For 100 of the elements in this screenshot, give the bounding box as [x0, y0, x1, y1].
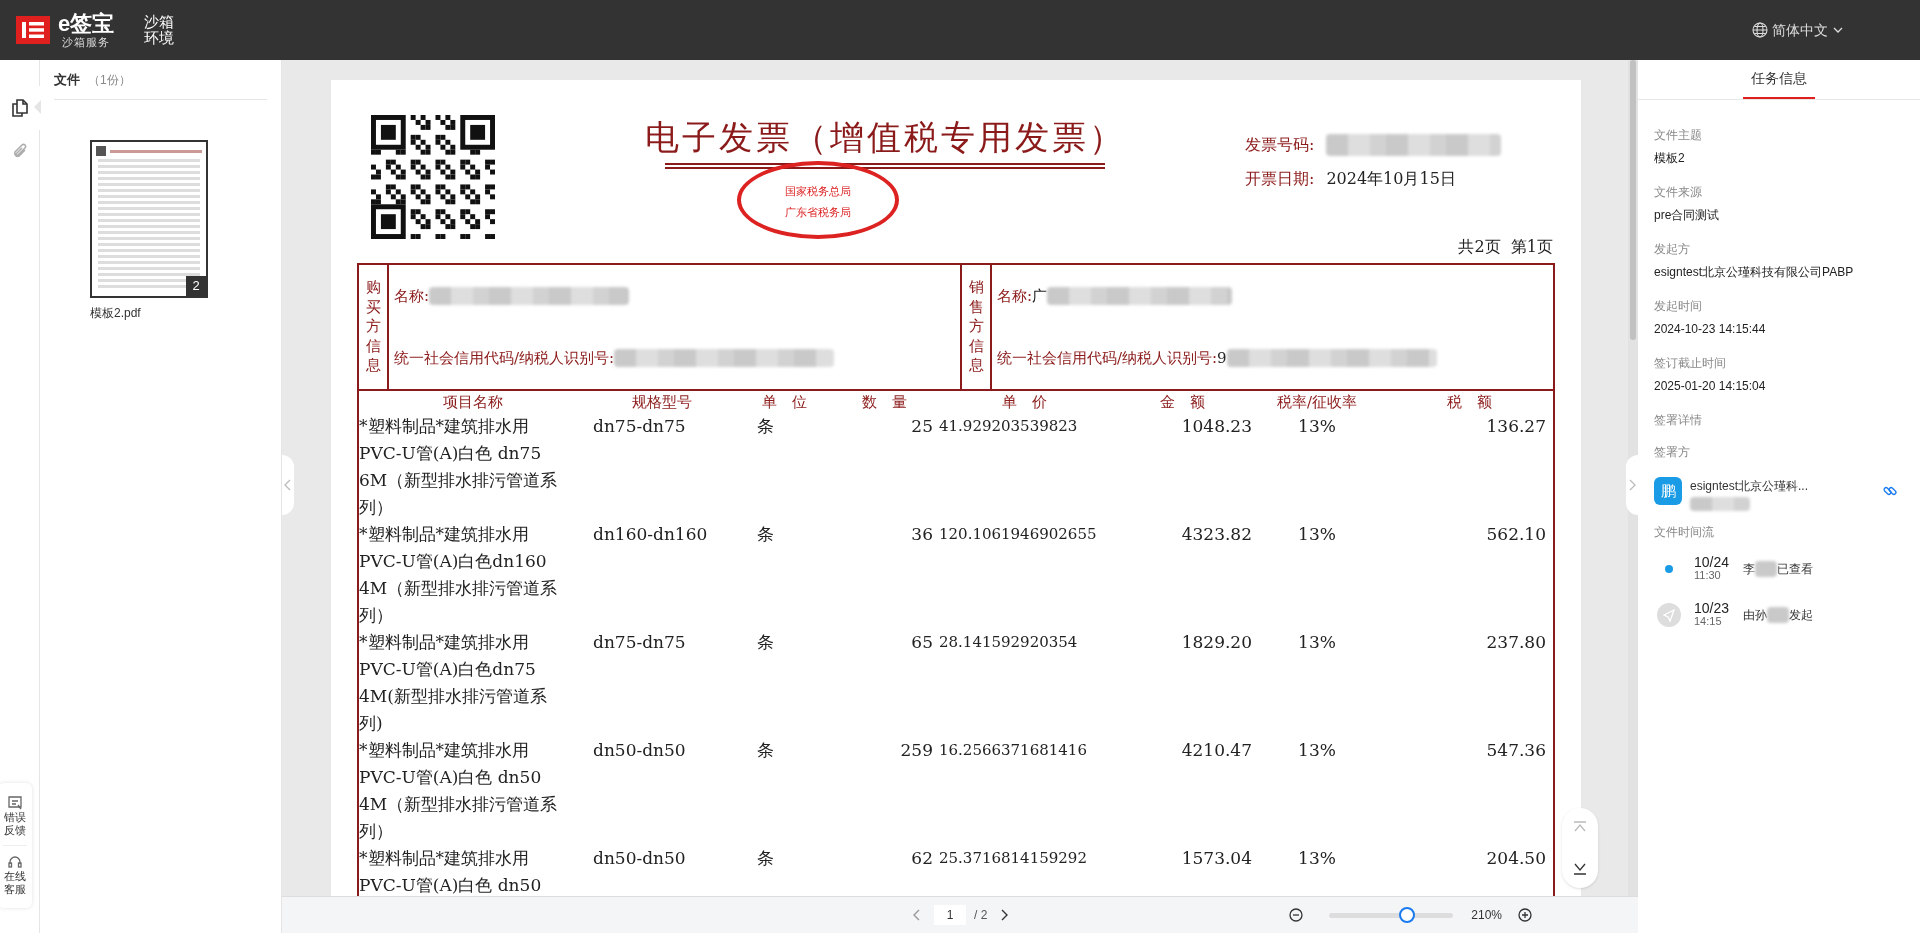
timeline-text: 由孙	[1743, 607, 1768, 624]
timeline-date: 10/23	[1694, 602, 1730, 615]
field-label: 文件主题	[1654, 127, 1703, 144]
party-name-label: 名称:	[394, 285, 430, 307]
item-name-line: 列）	[359, 496, 394, 519]
redacted-text	[1690, 497, 1750, 511]
help-button[interactable]: 在线客服	[2, 845, 28, 900]
table-cell-text: 120.1061946902655	[938, 524, 1098, 545]
table-cell-text: 13%	[1297, 415, 1337, 438]
field-label: 发起时间	[1654, 298, 1703, 315]
redacted-text	[1767, 607, 1790, 623]
signer-name: esigntest北京公瑾科...	[1690, 478, 1809, 495]
table-cell-text: 28.141592920354	[938, 632, 1079, 653]
table-cell-text: 条	[756, 739, 775, 762]
item-name-line: *塑料制品*建筑排水用	[359, 847, 530, 870]
stamp-text: 广东省税务局	[785, 206, 851, 219]
tax-id-label: 统一社会信用代码/纳税人识别号:	[997, 347, 1218, 369]
chevron-left-icon	[284, 479, 292, 491]
globe-icon	[1752, 22, 1768, 38]
timeline-time: 14:15	[1694, 615, 1723, 628]
field-value: 2024-10-23 14:15:44	[1654, 321, 1767, 338]
table-cell-text: 1829.20	[1180, 631, 1252, 654]
stamp-text: 国家税务总局	[785, 185, 851, 198]
item-name-line: 4M（新型排水排污管道系	[359, 793, 559, 816]
column-header: 金 额	[1158, 391, 1206, 413]
logo-mark-icon	[16, 16, 50, 44]
invoice-number-label: 发票号码:	[1245, 134, 1315, 156]
table-cell-text: 562.10	[1485, 523, 1547, 546]
invoice-date: 2024年10月15日	[1326, 168, 1456, 190]
zoom-out-button[interactable]	[1289, 908, 1304, 922]
table-cell-text: 65	[910, 631, 934, 654]
page-input[interactable]: 1	[934, 905, 966, 925]
task-info-tab[interactable]: 任务信息	[1743, 60, 1815, 99]
file-count: （1份）	[88, 71, 131, 89]
table-cell-text: 条	[756, 847, 775, 870]
headset-icon	[7, 854, 23, 870]
table-cell-text: 41.929203539823	[938, 416, 1079, 437]
page-total: / 2	[974, 907, 988, 924]
table-cell-text: 条	[756, 415, 775, 438]
table-cell-text: dn75-dn75	[592, 415, 687, 438]
brand-name: e签宝	[58, 12, 115, 35]
table-cell-text: 13%	[1297, 739, 1337, 762]
table-cell-text: 25.3716814159292	[938, 848, 1088, 869]
column-header: 税 额	[1446, 391, 1493, 413]
zoom-slider[interactable]	[1329, 907, 1454, 923]
field-label: 发起方	[1654, 241, 1691, 258]
item-name-line: PVC-U管(A)白色 dn75	[359, 442, 543, 465]
table-cell-text: 16.2566371681416	[938, 740, 1088, 761]
table-cell-text: 13%	[1297, 631, 1337, 654]
item-name-line: *塑料制品*建筑排水用	[359, 523, 530, 546]
send-icon	[1657, 603, 1681, 627]
column-header: 单 价	[1001, 391, 1048, 413]
table-cell-text: dn50-dn50	[592, 847, 687, 870]
chevron-right-icon	[1628, 479, 1636, 491]
table-cell-text: 237.80	[1485, 631, 1547, 654]
invoice-date-label: 开票日期:	[1245, 168, 1315, 190]
table-cell-text: dn75-dn75	[592, 631, 687, 654]
qr-thumbnail-icon	[96, 146, 106, 156]
field-label: 签订截止时间	[1654, 355, 1727, 372]
item-name-line: 列)	[359, 712, 384, 735]
zoom-out-icon	[1289, 908, 1304, 922]
language-selector[interactable]: 简体中文	[1752, 19, 1844, 41]
timeline-date: 10/24	[1694, 556, 1730, 569]
field-label: 文件来源	[1654, 184, 1703, 201]
column-header: 税率/征收率	[1275, 391, 1359, 413]
scroll-to-bottom-button[interactable]	[1572, 861, 1588, 875]
previous-page-button[interactable]	[912, 909, 922, 921]
field-value: 2025-01-20 14:15:04	[1654, 378, 1767, 395]
item-name-line: *塑料制品*建筑排水用	[359, 631, 530, 654]
timeline-text: 李	[1743, 561, 1756, 578]
zoom-percentage: 210%	[1471, 907, 1503, 924]
page-count-badge: 2	[186, 276, 206, 296]
item-name-line: 4M(新型排水排污管道系	[359, 685, 548, 708]
feedback-icon	[7, 795, 23, 811]
party-name: 广	[1032, 285, 1048, 307]
table-cell-text: 13%	[1297, 523, 1337, 546]
party-label: 销售方信息	[968, 278, 984, 376]
next-page-button[interactable]	[999, 909, 1010, 921]
tax-id: 9	[1217, 347, 1227, 369]
signer-avatar: 鹏	[1654, 477, 1682, 505]
table-cell-text: 1048.23	[1180, 415, 1252, 438]
table-cell-text: 36	[910, 523, 934, 546]
table-cell-text: 62	[910, 847, 934, 870]
table-cell-text: 204.50	[1485, 847, 1547, 870]
column-header: 规格型号	[631, 391, 693, 413]
table-cell-text: 259	[899, 739, 934, 762]
party-label: 购买方信息	[365, 278, 381, 376]
file-name[interactable]: 模板2.pdf	[90, 304, 267, 322]
help-button[interactable]: 错误反馈	[2, 791, 28, 841]
section-label: 签署详情	[1654, 412, 1703, 429]
table-cell-text: 条	[756, 631, 775, 654]
table-cell-text: 4210.47	[1180, 739, 1252, 762]
field-value: pre合同测试	[1654, 207, 1721, 224]
item-name-line: PVC-U管(A)白色dn160	[359, 550, 548, 573]
timeline-time: 11:30	[1694, 569, 1722, 582]
slider-thumb[interactable]	[1399, 907, 1416, 923]
file-thumbnail[interactable]: 2	[90, 140, 208, 298]
column-header: 项目名称	[442, 391, 504, 413]
chevron-left-icon	[912, 909, 922, 921]
zoom-in-button[interactable]	[1518, 908, 1533, 922]
